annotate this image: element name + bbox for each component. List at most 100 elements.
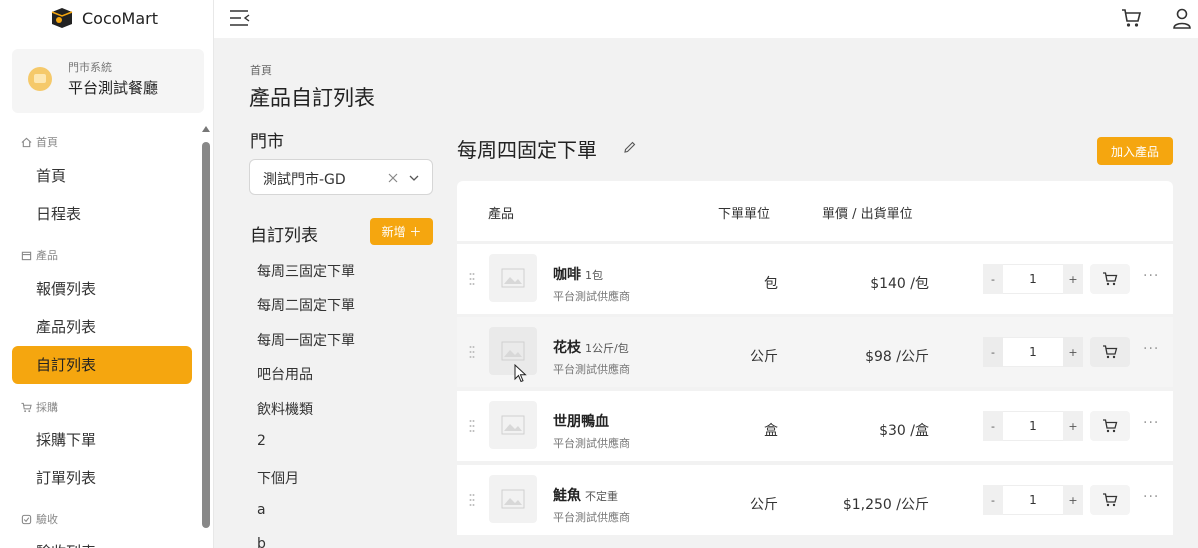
product-spec: 1包 xyxy=(585,269,603,282)
user-icon[interactable] xyxy=(1171,7,1193,29)
list-title: 每周四固定下單 xyxy=(457,138,597,162)
order-unit: 公斤 xyxy=(750,497,778,513)
custom-list-item[interactable]: 下個月 xyxy=(257,468,299,488)
increment-button[interactable]: + xyxy=(1063,264,1083,294)
unit-price: $140 /包 xyxy=(870,276,929,292)
quantity-stepper: - 1 + xyxy=(983,264,1083,294)
quantity-stepper: - 1 + xyxy=(983,337,1083,367)
increment-button[interactable]: + xyxy=(1063,485,1083,515)
drag-handle-icon[interactable] xyxy=(469,493,475,507)
add-to-cart-button[interactable] xyxy=(1090,337,1130,367)
nav-group-receiving: 驗收 xyxy=(21,511,58,527)
quantity-input[interactable]: 1 xyxy=(1003,485,1063,515)
check-icon xyxy=(21,514,32,524)
quantity-input[interactable]: 1 xyxy=(1003,337,1063,367)
decrement-button[interactable]: - xyxy=(983,485,1003,515)
menu-collapse-icon[interactable] xyxy=(229,9,251,27)
product-thumbnail xyxy=(489,475,537,523)
order-unit: 盒 xyxy=(764,423,778,439)
custom-list-item[interactable]: b xyxy=(257,536,266,548)
app-name: CocoMart xyxy=(82,8,159,28)
chevron-down-icon[interactable] xyxy=(407,171,421,185)
drag-handle-icon[interactable] xyxy=(469,345,475,359)
drag-handle-icon[interactable] xyxy=(469,272,475,286)
table-row: 咖啡 1包 平台測試供應商 包 $140 /包 - 1 + ··· xyxy=(457,244,1173,314)
store-select-value: 測試門市-GD xyxy=(263,172,346,188)
product-supplier: 平台測試供應商 xyxy=(553,511,630,524)
custom-list-item[interactable]: a xyxy=(257,502,266,518)
cart-icon xyxy=(1103,272,1118,286)
image-placeholder-icon xyxy=(501,415,525,435)
product-thumbnail xyxy=(489,401,537,449)
table-row: 花枝 1公斤/包 平台測試供應商 公斤 $98 /公斤 - 1 + ··· xyxy=(457,317,1173,387)
add-product-button[interactable]: 加入產品 xyxy=(1097,137,1173,165)
sidebar-item-orders[interactable]: 訂單列表 xyxy=(12,459,192,497)
product-spec: 不定重 xyxy=(585,490,618,503)
more-options-button[interactable]: ··· xyxy=(1143,268,1159,284)
nav-group-products: 產品 xyxy=(21,247,58,263)
custom-list-item[interactable]: 2 xyxy=(257,433,266,449)
breadcrumb[interactable]: 首頁 xyxy=(250,62,272,78)
add-to-cart-button[interactable] xyxy=(1090,411,1130,441)
custom-lists-label: 自訂列表 xyxy=(250,226,318,246)
sidebar-item-home[interactable]: 首頁 xyxy=(12,157,192,195)
more-options-button[interactable]: ··· xyxy=(1143,415,1159,431)
product-thumbnail xyxy=(489,327,537,375)
more-options-button[interactable]: ··· xyxy=(1143,341,1159,357)
table-row: 鮭魚 不定重 平台測試供應商 公斤 $1,250 /公斤 - 1 + ··· xyxy=(457,465,1173,535)
sidebar-item-products[interactable]: 產品列表 xyxy=(12,308,192,346)
clear-icon[interactable] xyxy=(386,171,400,185)
edit-pencil-icon[interactable] xyxy=(623,140,637,154)
decrement-button[interactable]: - xyxy=(983,264,1003,294)
product-thumbnail xyxy=(489,254,537,302)
store-name: 平台測試餐廳 xyxy=(68,79,159,97)
decrement-button[interactable]: - xyxy=(983,337,1003,367)
sidebar-item-schedule[interactable]: 日程表 xyxy=(12,195,192,233)
product-name: 咖啡 1包 xyxy=(553,267,603,283)
scroll-up-arrow-icon[interactable] xyxy=(202,126,210,132)
cart-icon xyxy=(1103,493,1118,507)
add-to-cart-button[interactable] xyxy=(1090,485,1130,515)
store-avatar xyxy=(28,67,52,91)
store-card[interactable]: 門市系統 平台測試餐廳 xyxy=(12,49,204,113)
cart-icon xyxy=(21,402,32,412)
increment-button[interactable]: + xyxy=(1063,411,1083,441)
scroll-thumb[interactable] xyxy=(202,142,210,528)
sidebar-item-receiving[interactable]: 驗收列表 xyxy=(12,533,192,548)
custom-list-item[interactable]: 飲料機類 xyxy=(257,399,313,419)
sidebar-item-quotes[interactable]: 報價列表 xyxy=(12,270,192,308)
add-to-cart-button[interactable] xyxy=(1090,264,1130,294)
store-select[interactable]: 測試門市-GD xyxy=(249,159,433,195)
quantity-input[interactable]: 1 xyxy=(1003,411,1063,441)
sidebar-scrollbar[interactable] xyxy=(201,126,211,546)
mouse-cursor-icon xyxy=(514,364,527,383)
decrement-button[interactable]: - xyxy=(983,411,1003,441)
custom-list-item[interactable]: 每周三固定下單 xyxy=(257,261,355,281)
table-header: 產品 下單單位 單價 / 出貨單位 xyxy=(457,181,1173,241)
custom-list-item[interactable]: 每周一固定下單 xyxy=(257,330,355,350)
sidebar-item-purchase-order[interactable]: 採購下單 xyxy=(12,421,192,459)
more-options-button[interactable]: ··· xyxy=(1143,489,1159,505)
app-logo[interactable]: CocoMart xyxy=(50,5,158,31)
product-name: 花枝 1公斤/包 xyxy=(553,340,629,356)
increment-button[interactable]: + xyxy=(1063,337,1083,367)
order-unit: 公斤 xyxy=(750,349,778,365)
custom-list-item[interactable]: 每周二固定下單 xyxy=(257,295,355,315)
sidebar-item-custom-lists[interactable]: 自訂列表 xyxy=(12,346,192,384)
image-placeholder-icon xyxy=(501,489,525,509)
product-name: 鮭魚 不定重 xyxy=(553,488,618,504)
unit-price: $30 /盒 xyxy=(879,423,929,439)
quantity-input[interactable]: 1 xyxy=(1003,264,1063,294)
table-row: 世朋鴨血 平台測試供應商 盒 $30 /盒 - 1 + ··· xyxy=(457,391,1173,461)
column-product: 產品 xyxy=(488,207,515,222)
add-list-button[interactable]: 新增 ＋ xyxy=(370,218,433,245)
logo-icon xyxy=(51,8,73,28)
cart-icon[interactable] xyxy=(1120,7,1142,29)
custom-list-item[interactable]: 吧台用品 xyxy=(257,364,313,384)
unit-price: $1,250 /公斤 xyxy=(842,497,929,513)
quantity-stepper: - 1 + xyxy=(983,411,1083,441)
product-supplier: 平台測試供應商 xyxy=(553,290,630,303)
store-filter-label: 門市 xyxy=(250,132,284,152)
drag-handle-icon[interactable] xyxy=(469,419,475,433)
home-icon xyxy=(21,137,32,147)
